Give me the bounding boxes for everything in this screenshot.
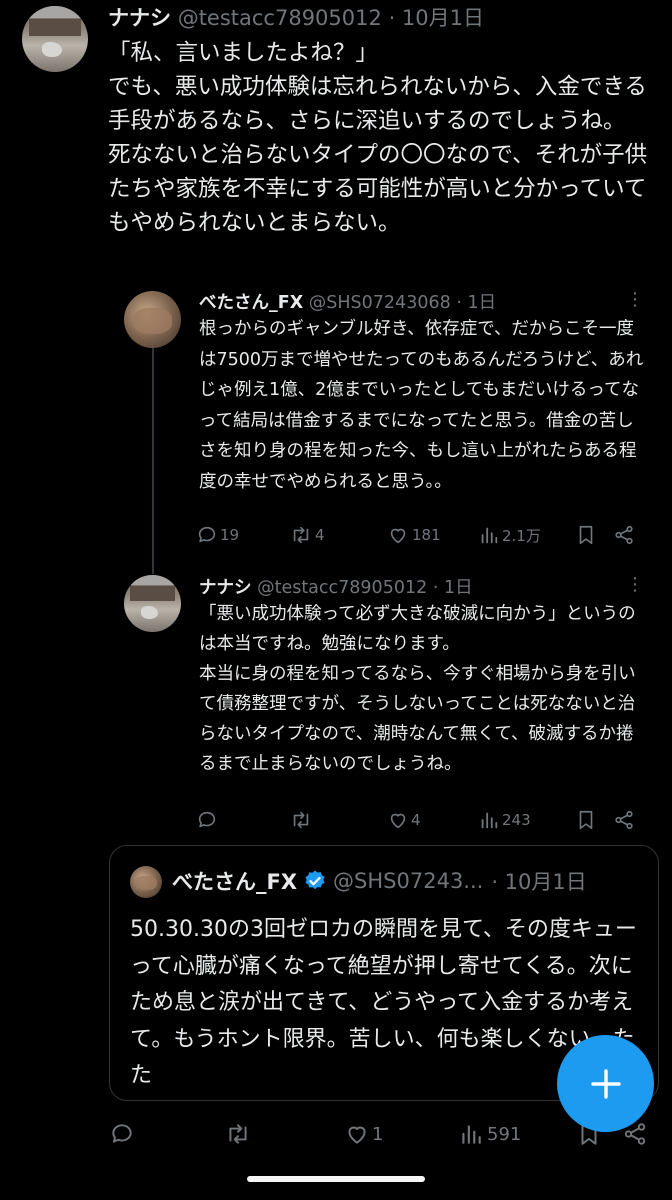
like-icon: [390, 813, 406, 829]
reply1-header: べたさん_FX @SHS07243068 · 1日: [199, 289, 496, 314]
reply-count: 19: [220, 526, 240, 544]
bookmark-icon: [579, 525, 593, 545]
like-button[interactable]: 181: [387, 524, 441, 546]
retweet-icon: [293, 526, 309, 544]
author-handle[interactable]: @SHS07243068: [309, 293, 451, 313]
verified-icon: [305, 870, 325, 890]
views-count: 243: [502, 811, 531, 829]
views-count: 2.1万: [502, 526, 541, 545]
author-name: べたさん_FX: [172, 870, 298, 894]
views-count: 591: [487, 1123, 522, 1145]
author-handle[interactable]: @testacc78905012: [178, 6, 382, 30]
like-icon: [390, 528, 406, 544]
reply1-text: 根っからのギャンブル好き、依存症で、だからこそ一度は7500万まで増やせたっての…: [199, 319, 644, 492]
tweet-date: · 10月1日: [491, 870, 587, 894]
reply-button[interactable]: [109, 1121, 135, 1147]
reply-button[interactable]: 19: [196, 524, 239, 546]
main-tweet-header: ナナシ @testacc78905012 · 10月1日: [108, 2, 484, 32]
bookmark-button[interactable]: [575, 524, 597, 546]
avatar-betasan: [130, 866, 162, 898]
share-icon: [615, 525, 633, 545]
reply-button[interactable]: [196, 809, 218, 831]
avatar-nanashi[interactable]: [124, 575, 181, 632]
author-handle[interactable]: @testacc78905012: [257, 578, 427, 598]
main-tweet-text: 「私、言いましたよね？」 でも、悪い成功体験は忘れられないから、入金できる手段が…: [108, 40, 648, 236]
quote-header: べたさん_FX @SHS07243... · 10月1日: [172, 866, 587, 896]
like-button[interactable]: 1: [344, 1121, 383, 1147]
avatar-nanashi[interactable]: [22, 6, 88, 72]
like-count: 4: [411, 811, 421, 829]
retweet-icon: [293, 811, 309, 829]
tweet-date[interactable]: · 1日: [456, 293, 496, 313]
share-button[interactable]: [613, 524, 635, 546]
reply-icon: [198, 526, 216, 543]
bookmark-button[interactable]: [575, 809, 597, 831]
views-button[interactable]: 2.1万: [478, 524, 541, 546]
compose-plus-icon: [590, 1068, 621, 1099]
like-count: 181: [412, 526, 441, 544]
thread-line: [152, 346, 154, 574]
views-icon: [481, 812, 498, 829]
tweet-date[interactable]: · 1日: [433, 578, 473, 598]
views-icon: [462, 1125, 481, 1144]
reply-icon: [112, 1124, 132, 1143]
author-name[interactable]: ナナシ: [108, 6, 171, 30]
bookmark-icon: [579, 810, 593, 830]
retweet-button[interactable]: 4: [290, 524, 325, 546]
reply2-header: ナナシ @testacc78905012 · 1日: [199, 574, 473, 599]
more-icon[interactable]: ⋮: [626, 574, 644, 595]
views-button[interactable]: 591: [458, 1121, 521, 1147]
compose-button[interactable]: [557, 1035, 654, 1132]
views-button[interactable]: 243: [478, 809, 531, 831]
avatar-betasan[interactable]: [124, 291, 181, 348]
retweet-count: 4: [315, 526, 325, 544]
tweet-date[interactable]: · 10月1日: [389, 6, 484, 30]
home-indicator: [247, 1176, 425, 1182]
reply2-text: 「悪い成功体験って必ず大きな破滅に向かう」というのは本当ですね。勉強になります。…: [199, 604, 636, 774]
author-name[interactable]: べたさん_FX: [199, 293, 303, 313]
like-count: 1: [372, 1123, 384, 1145]
retweet-button[interactable]: [290, 809, 312, 831]
more-icon[interactable]: ⋮: [626, 289, 644, 310]
share-button[interactable]: [613, 809, 635, 831]
share-icon: [615, 810, 633, 830]
retweet-icon: [229, 1124, 247, 1144]
like-button[interactable]: 4: [387, 809, 421, 831]
author-handle: @SHS07243...: [333, 869, 484, 893]
author-name[interactable]: ナナシ: [199, 578, 252, 598]
retweet-button[interactable]: [225, 1121, 251, 1147]
like-icon: [348, 1126, 366, 1144]
reply-icon: [198, 811, 216, 828]
views-icon: [481, 527, 498, 544]
